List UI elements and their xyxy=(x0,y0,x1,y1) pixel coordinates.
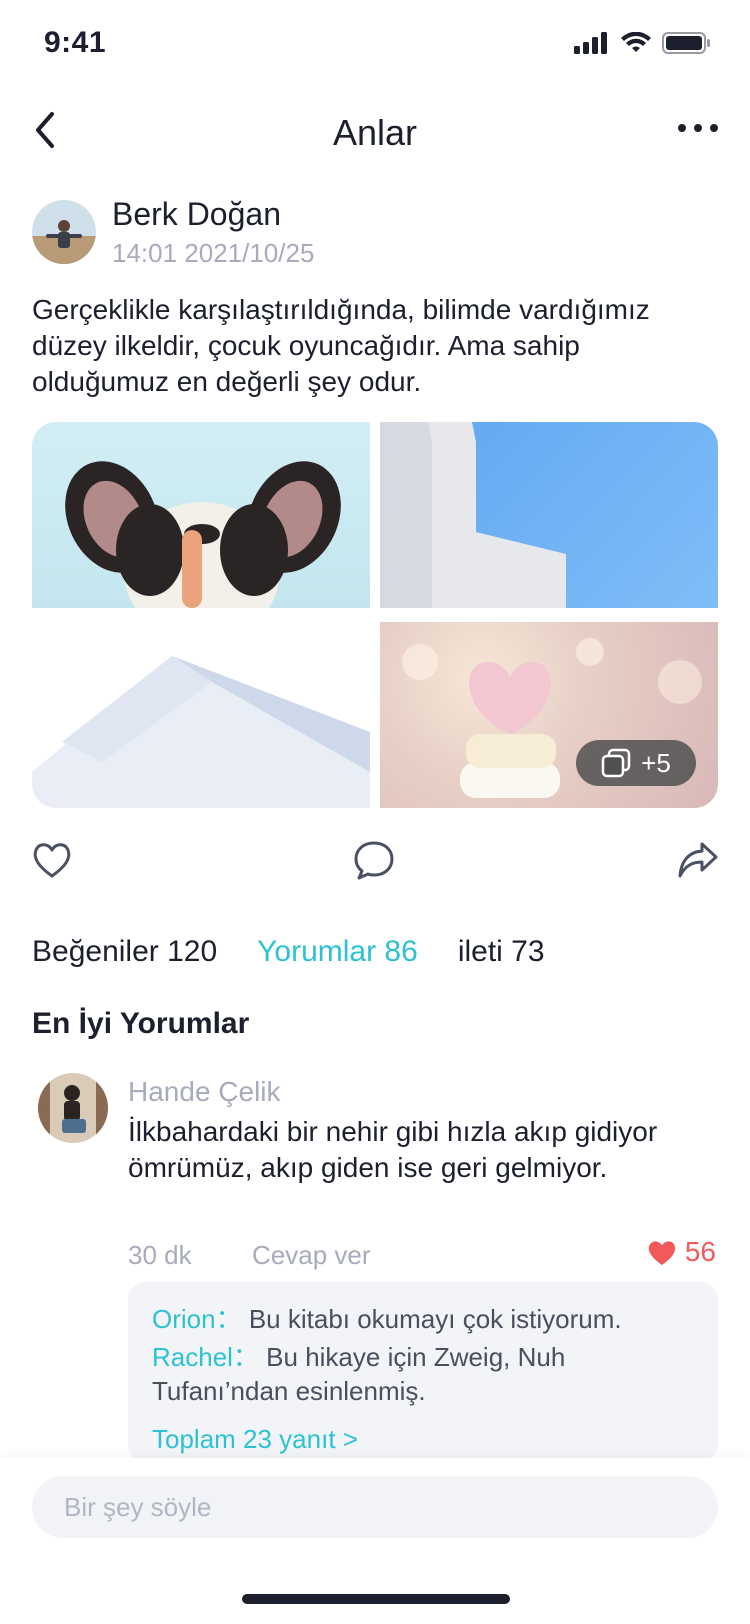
share-button[interactable] xyxy=(676,838,720,882)
tab-comments[interactable]: Yorumlar 86 xyxy=(257,935,418,969)
battery-icon xyxy=(662,32,710,54)
replies-box: Orion： Bu kitabı okumayı çok istiyorum. … xyxy=(128,1282,718,1462)
reply-item: Orion： Bu kitabı okumayı çok istiyorum. xyxy=(152,1302,702,1336)
stats-tabs: Beğeniler 120 Yorumlar 86 ileti 73 xyxy=(32,935,545,969)
post-image-candy-heart[interactable]: +5 xyxy=(380,622,718,808)
post-timestamp: 14:01 2021/10/25 xyxy=(112,238,315,268)
avatar-image xyxy=(32,200,96,264)
comment-bubble-icon xyxy=(354,841,394,880)
comment-input[interactable] xyxy=(32,1476,718,1538)
comment-text: İlkbahardaki bir nehir gibi hızla akıp g… xyxy=(128,1116,658,1183)
reply-author[interactable]: Rachel： xyxy=(152,1342,259,1372)
post-text: Gerçeklikle karşılaştırıldığında, bilimd… xyxy=(32,294,650,397)
heart-icon xyxy=(33,843,71,878)
tab-shares[interactable]: ileti 73 xyxy=(458,935,545,969)
reply-text: Bu kitabı okumayı çok istiyorum. xyxy=(248,1304,622,1334)
signal-icon xyxy=(574,32,607,54)
comment-button[interactable] xyxy=(352,838,396,882)
status-time: 9:41 xyxy=(44,26,107,59)
more-dots-icon xyxy=(678,124,718,132)
more-images-badge[interactable]: +5 xyxy=(576,740,696,786)
post-image-dog[interactable] xyxy=(32,422,370,608)
author-avatar[interactable] xyxy=(32,200,96,264)
heart-filled-icon xyxy=(648,1241,675,1265)
commenter-avatar[interactable] xyxy=(38,1073,108,1143)
comment-like-count: 56 xyxy=(684,1236,716,1267)
post-image-architecture[interactable] xyxy=(32,622,370,808)
avatar-image xyxy=(38,1073,108,1143)
commenter-name[interactable]: Hande Çelik xyxy=(128,1076,281,1108)
status-icons xyxy=(574,32,710,54)
page-title: Anlar xyxy=(332,112,418,153)
author-name[interactable]: Berk Doğan xyxy=(112,196,281,233)
share-arrow-icon xyxy=(678,842,718,878)
reply-item: Rachel： Bu hikaye için Zweig, Nuh Tufanı… xyxy=(152,1340,702,1408)
section-title: En İyi Yorumlar xyxy=(32,1007,250,1040)
wifi-icon xyxy=(621,32,651,52)
post-image-building-sky[interactable] xyxy=(380,422,718,608)
gallery-icon xyxy=(601,748,631,778)
more-button[interactable] xyxy=(676,118,720,138)
reply-author[interactable]: Orion： xyxy=(152,1304,242,1334)
view-all-replies-link[interactable]: Toplam 23 yanıt > xyxy=(152,1424,358,1455)
comment-time: 30 dk xyxy=(128,1240,192,1270)
like-button[interactable] xyxy=(30,838,74,882)
reply-button[interactable]: Cevap ver xyxy=(252,1240,371,1271)
more-images-count: +5 xyxy=(641,747,671,778)
home-indicator xyxy=(242,1594,510,1604)
comment-like-button[interactable]: 56 xyxy=(647,1236,716,1268)
image-grid: +5 xyxy=(32,422,718,808)
tab-likes[interactable]: Beğeniler 120 xyxy=(32,935,217,969)
